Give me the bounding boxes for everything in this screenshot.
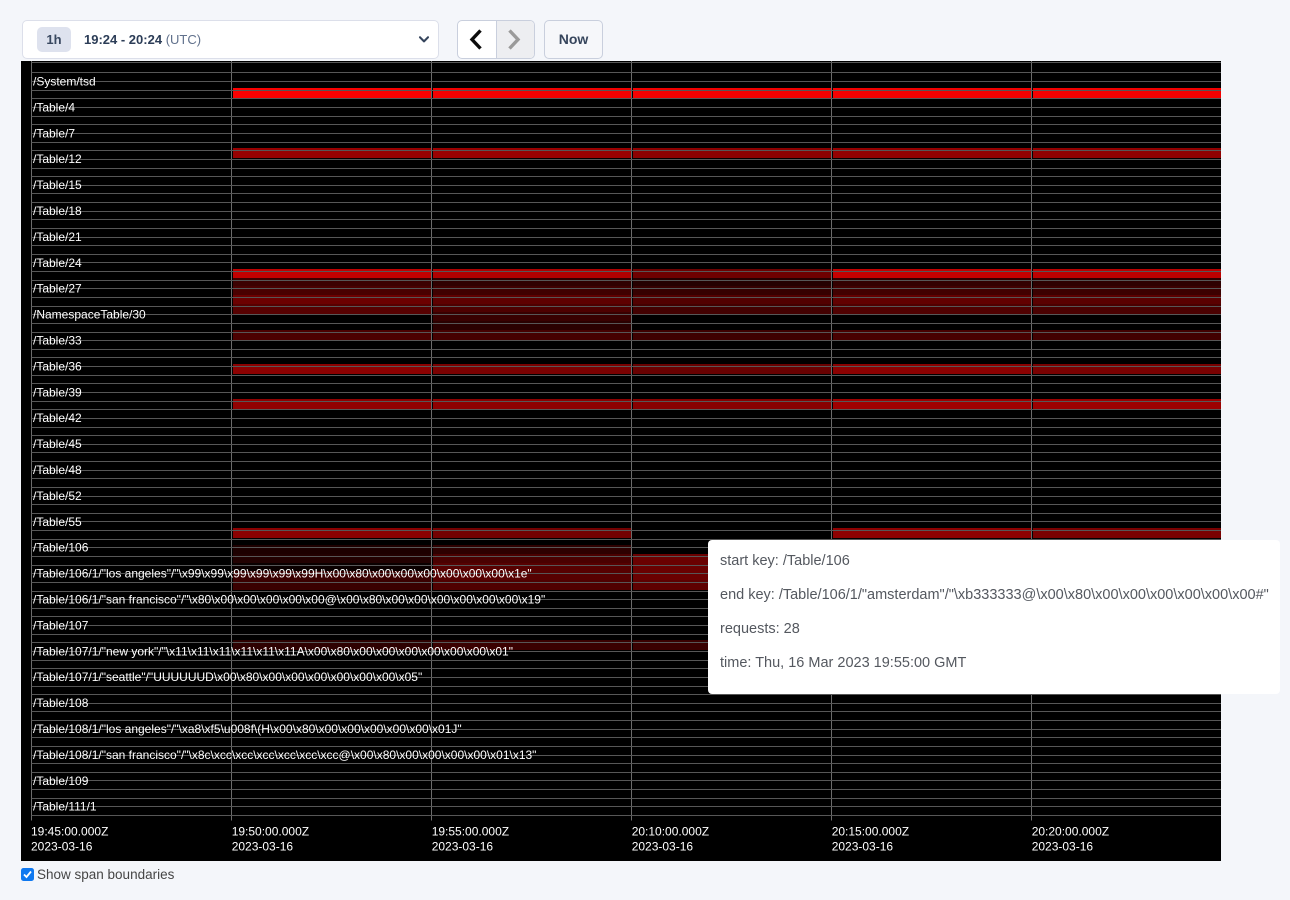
svg-text:19:50:00.000Z: 19:50:00.000Z bbox=[232, 825, 309, 839]
svg-text:/Table/108/1/"san francisco"/": /Table/108/1/"san francisco"/"\x8c\xcc\x… bbox=[33, 748, 536, 762]
svg-text:/Table/36: /Table/36 bbox=[33, 359, 82, 373]
svg-text:20:20:00.000Z: 20:20:00.000Z bbox=[1032, 825, 1109, 839]
svg-text:/Table/107/1/"new york"/"\x11\: /Table/107/1/"new york"/"\x11\x11\x11\x1… bbox=[33, 644, 513, 658]
svg-text:/System/tsd: /System/tsd bbox=[33, 75, 96, 89]
svg-text:/Table/18: /Table/18 bbox=[33, 204, 82, 218]
svg-text:/Table/108/1/"los angeles"/"\x: /Table/108/1/"los angeles"/"\xa8\xf5\u00… bbox=[33, 722, 462, 736]
svg-text:/Table/48: /Table/48 bbox=[33, 463, 82, 477]
svg-text:/Table/111/1: /Table/111/1 bbox=[33, 800, 97, 814]
svg-text:/Table/42: /Table/42 bbox=[33, 411, 82, 425]
svg-text:/Table/4: /Table/4 bbox=[33, 100, 75, 114]
svg-text:/Table/107: /Table/107 bbox=[33, 618, 89, 632]
svg-text:/Table/108: /Table/108 bbox=[33, 696, 89, 710]
svg-text:/Table/15: /Table/15 bbox=[33, 178, 82, 192]
svg-text:/Table/12: /Table/12 bbox=[33, 152, 82, 166]
svg-text:/Table/45: /Table/45 bbox=[33, 437, 82, 451]
svg-text:20:10:00.000Z: 20:10:00.000Z bbox=[632, 825, 709, 839]
svg-text:19:55:00.000Z: 19:55:00.000Z bbox=[432, 825, 509, 839]
svg-text:2023-03-16: 2023-03-16 bbox=[632, 840, 694, 854]
svg-text:2023-03-16: 2023-03-16 bbox=[232, 840, 294, 854]
svg-text:/Table/106/1/"san francisco"/": /Table/106/1/"san francisco"/"\x80\x00\x… bbox=[33, 593, 545, 607]
svg-text:/Table/106: /Table/106 bbox=[33, 541, 89, 555]
svg-text:/Table/55: /Table/55 bbox=[33, 515, 82, 529]
svg-text:2023-03-16: 2023-03-16 bbox=[31, 840, 93, 854]
svg-text:/Table/24: /Table/24 bbox=[33, 256, 82, 270]
svg-text:/Table/106/1/"los angeles"/"\x: /Table/106/1/"los angeles"/"\x99\x99\x99… bbox=[33, 567, 532, 581]
svg-text:/Table/107/1/"seattle"/"UUUUUU: /Table/107/1/"seattle"/"UUUUUUD\x00\x80\… bbox=[33, 670, 422, 684]
svg-text:20:15:00.000Z: 20:15:00.000Z bbox=[832, 825, 909, 839]
svg-text:/Table/27: /Table/27 bbox=[33, 282, 82, 296]
svg-text:/Table/39: /Table/39 bbox=[33, 385, 82, 399]
svg-text:/Table/33: /Table/33 bbox=[33, 334, 82, 348]
svg-text:2023-03-16: 2023-03-16 bbox=[1032, 840, 1094, 854]
svg-text:/Table/109: /Table/109 bbox=[33, 774, 89, 788]
svg-text:/Table/7: /Table/7 bbox=[33, 126, 75, 140]
svg-text:/Table/52: /Table/52 bbox=[33, 489, 82, 503]
svg-text:/NamespaceTable/30: /NamespaceTable/30 bbox=[33, 308, 146, 322]
svg-text:2023-03-16: 2023-03-16 bbox=[832, 840, 894, 854]
svg-text:/Table/21: /Table/21 bbox=[33, 230, 82, 244]
svg-text:2023-03-16: 2023-03-16 bbox=[432, 840, 494, 854]
svg-text:19:45:00.000Z: 19:45:00.000Z bbox=[31, 825, 108, 839]
